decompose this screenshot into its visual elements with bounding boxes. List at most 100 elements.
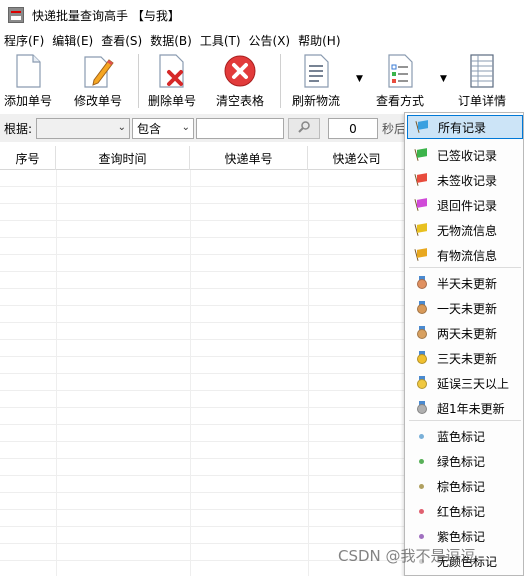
view-mode-dropdown-arrow-icon[interactable]: ▼: [440, 74, 447, 84]
dropdown-item[interactable]: 绿色标记: [407, 449, 523, 473]
spreadsheet-icon: [464, 54, 500, 88]
dot-icon: [415, 504, 429, 518]
flag-icon: [414, 198, 429, 212]
menu-program[interactable]: 程序(F): [4, 32, 48, 49]
view-mode-label: 查看方式: [376, 94, 425, 108]
menu-tools[interactable]: 工具(T): [200, 32, 245, 49]
menu-view[interactable]: 查看(S): [101, 32, 146, 49]
menu-separator: [409, 267, 521, 268]
filter-label: 根据:: [4, 122, 33, 136]
dropdown-item[interactable]: 蓝色标记: [407, 424, 523, 448]
menu-data[interactable]: 数据(B): [150, 32, 196, 49]
chevron-down-icon: ⌄: [181, 122, 190, 133]
menu-notice[interactable]: 公告(X): [249, 32, 295, 49]
dropdown-item-label: 所有记录: [438, 120, 487, 135]
edit-button[interactable]: 修改单号: [74, 54, 122, 109]
dropdown-item[interactable]: 棕色标记: [407, 474, 523, 498]
view-mode-dropdown-menu: 所有记录已签收记录未签收记录退回件记录无物流信息有物流信息半天未更新一天未更新两…: [404, 112, 524, 576]
refresh-dropdown-arrow-icon[interactable]: ▼: [356, 74, 363, 84]
window-title: 快递批量查询高手 【与我】: [32, 8, 180, 23]
flag-icon: [415, 120, 430, 134]
pencil-icon: [80, 54, 116, 88]
view-mode-button[interactable]: 查看方式: [376, 54, 424, 109]
edit-button-label: 修改单号: [74, 94, 123, 108]
toolbar: 添加单号 修改单号 删除单号 清空表格 刷新物流 ▼ 查看方式 ▼ 订单详情: [0, 50, 524, 112]
column-header-tracking-number[interactable]: 快递单号: [190, 146, 308, 170]
menu-bar: 程序(F) 编辑(E) 查看(S) 数据(B) 工具(T) 公告(X) 帮助(H…: [0, 30, 524, 50]
dropdown-item-label: 无物流信息: [437, 223, 498, 238]
flag-icon: [414, 173, 429, 187]
column-header-courier[interactable]: 快递公司: [308, 146, 406, 170]
medal-icon: [415, 276, 429, 290]
dropdown-item[interactable]: 已签收记录: [407, 143, 523, 167]
dropdown-item-label: 一天未更新: [437, 301, 498, 316]
dropdown-item[interactable]: 所有记录: [407, 115, 523, 139]
flag-icon: [414, 248, 429, 262]
seconds-label: 秒后: [382, 122, 407, 136]
match-select[interactable]: 包含 ⌄: [132, 118, 194, 139]
medal-icon: [415, 326, 429, 340]
medal-icon: [415, 351, 429, 365]
column-header-index[interactable]: 序号: [0, 146, 56, 170]
delete-button-label: 删除单号: [148, 94, 197, 108]
dot-icon: [415, 429, 429, 443]
refresh-button[interactable]: 刷新物流: [292, 54, 340, 109]
dropdown-item-label: 紫色标记: [437, 529, 486, 544]
clear-table-button[interactable]: 清空表格: [216, 54, 264, 109]
order-detail-button[interactable]: 订单详情: [458, 54, 506, 109]
dot-icon: [415, 454, 429, 468]
menu-help[interactable]: 帮助(H): [298, 32, 344, 49]
search-icon: [297, 120, 311, 137]
flag-icon: [414, 223, 429, 237]
dropdown-item[interactable]: 无物流信息: [407, 218, 523, 242]
dropdown-item[interactable]: 三天未更新: [407, 346, 523, 370]
menu-separator: [409, 420, 521, 421]
add-button-label: 添加单号: [4, 94, 53, 108]
dropdown-item-label: 延误三天以上: [437, 376, 510, 391]
dropdown-item-label: 退回件记录: [437, 198, 498, 213]
dropdown-item-label: 有物流信息: [437, 248, 498, 263]
search-button[interactable]: [288, 118, 320, 139]
dot-icon: [415, 529, 429, 543]
delete-button[interactable]: 删除单号: [148, 54, 196, 109]
column-divider: [190, 170, 191, 576]
seconds-input-value: 0: [349, 121, 357, 136]
app-icon: [8, 7, 24, 23]
document-icon: [10, 54, 46, 88]
clear-icon: [222, 54, 258, 88]
seconds-input[interactable]: 0: [328, 118, 378, 139]
add-button[interactable]: 添加单号: [4, 54, 52, 109]
order-detail-label: 订单详情: [458, 94, 507, 108]
dropdown-item[interactable]: 超1年未更新: [407, 396, 523, 420]
column-divider: [56, 170, 57, 576]
refresh-button-label: 刷新物流: [292, 94, 341, 108]
dropdown-item-label: 半天未更新: [437, 276, 498, 291]
dropdown-item[interactable]: 延误三天以上: [407, 371, 523, 395]
menu-edit[interactable]: 编辑(E): [52, 32, 97, 49]
dropdown-item-label: 已签收记录: [437, 148, 498, 163]
dropdown-item-label: 三天未更新: [437, 351, 498, 366]
checklist-icon: [382, 54, 418, 88]
dropdown-item[interactable]: 红色标记: [407, 499, 523, 523]
dropdown-item[interactable]: 未签收记录: [407, 168, 523, 192]
column-divider: [308, 170, 309, 576]
dot-icon: [415, 479, 429, 493]
flag-icon: [414, 148, 429, 162]
field-select[interactable]: ⌄: [36, 118, 130, 139]
toolbar-separator: [138, 54, 139, 108]
list-document-icon: [298, 54, 334, 88]
dropdown-item[interactable]: 半天未更新: [407, 271, 523, 295]
dropdown-item-label: 棕色标记: [437, 479, 486, 494]
dropdown-item[interactable]: 有物流信息: [407, 243, 523, 267]
keyword-input[interactable]: [196, 118, 284, 139]
dropdown-item[interactable]: 退回件记录: [407, 193, 523, 217]
dropdown-item-label: 蓝色标记: [437, 429, 486, 444]
medal-icon: [415, 301, 429, 315]
dropdown-item-label: 红色标记: [437, 504, 486, 519]
match-select-value: 包含: [137, 122, 162, 136]
dropdown-item[interactable]: 两天未更新: [407, 321, 523, 345]
title-bar: 快递批量查询高手 【与我】: [0, 0, 524, 30]
toolbar-separator: [280, 54, 281, 108]
column-header-query-time[interactable]: 查询时间: [56, 146, 190, 170]
dropdown-item[interactable]: 一天未更新: [407, 296, 523, 320]
